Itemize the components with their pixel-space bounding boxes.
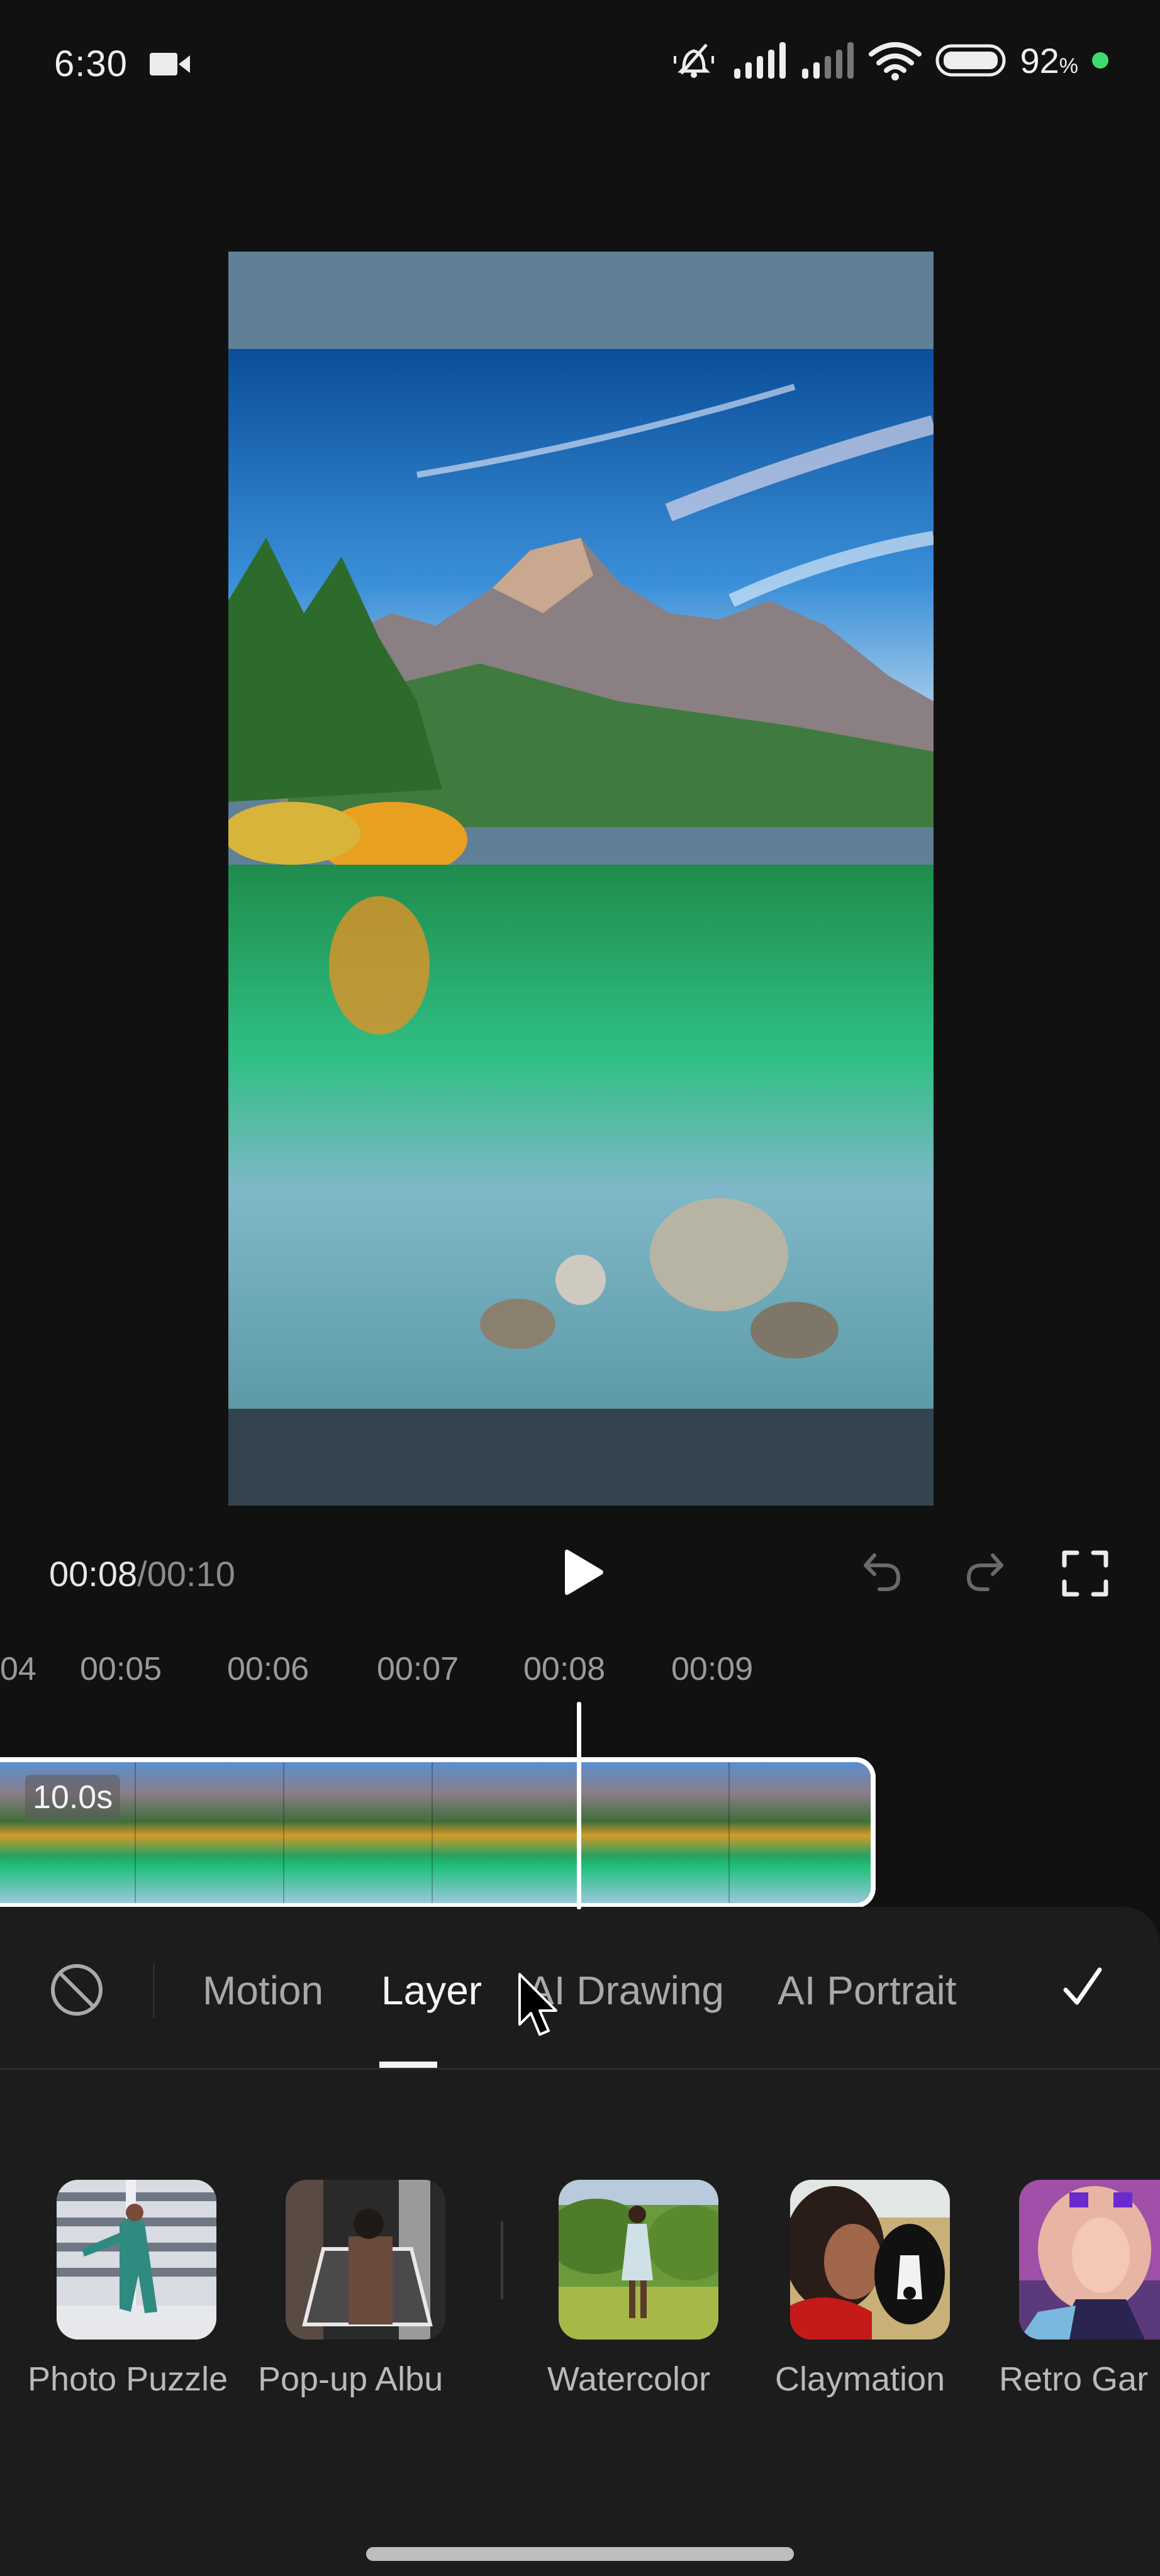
undo-icon[interactable] [861,1550,905,1594]
playback-time: 00:08/00:10 [49,1553,235,1594]
video-camera-icon [150,53,190,75]
current-time: 00:08 [49,1554,138,1594]
bell-off-icon [674,43,715,78]
clip-frame [581,1762,730,1903]
effect-thumbnail [57,2180,216,2340]
effect-thumbnail [1019,2180,1160,2340]
clip-frame [730,1762,871,1903]
preview-landscape-image [228,349,934,1409]
preview-letterbox-top [228,252,934,349]
effect-label: Pop-up Albu [258,2360,443,2398]
effect-claymation[interactable] [784,2180,950,2343]
playhead[interactable] [577,1702,581,1909]
ruler-tick: 00:07 [377,1651,459,1687]
mouse-cursor-icon [518,1973,557,2036]
time-separator: / [137,1554,147,1594]
effect-photo-puzzle[interactable] [57,2180,216,2343]
effect-thumbnail [784,2180,950,2340]
battery-percent-sign: % [1059,53,1078,78]
no-effect-icon[interactable] [49,1962,104,2018]
status-icons: 92% [669,40,1108,81]
ruler-tick: 00:09 [671,1651,754,1687]
total-time: 00:10 [147,1554,235,1594]
active-tab-indicator [379,2062,437,2068]
checkmark-icon[interactable] [1061,1965,1105,2009]
effect-thumbnail [286,2180,445,2340]
play-icon[interactable] [556,1547,606,1597]
ruler-tick: 00:08 [523,1651,606,1687]
status-time: 6:30 [54,43,128,84]
effect-label: Claymation [775,2360,945,2398]
privacy-indicator-dot [1092,52,1108,69]
effect-retro-game[interactable] [1019,2180,1160,2343]
clip-frame [433,1762,581,1903]
ruler-tick: 00:05 [80,1651,162,1687]
tab-divider [153,1963,155,2018]
wifi-icon [869,42,922,80]
panel-divider [0,2068,1160,2070]
battery-icon [935,44,1006,77]
effect-label: Retro Gar [999,2360,1149,2398]
tab-motion[interactable]: Motion [203,1967,323,2014]
video-preview[interactable] [228,252,934,1506]
preview-letterbox-bottom [228,1409,934,1506]
fullscreen-icon[interactable] [1062,1550,1108,1597]
ruler-tick: 04 [0,1651,36,1687]
effect-label: Watercolor [547,2360,711,2398]
effect-thumbnail [546,2180,735,2340]
clip-duration-badge: 10.0s [25,1775,121,1820]
effect-separator [501,2221,503,2299]
home-indicator[interactable] [366,2547,794,2561]
effect-watercolor[interactable] [546,2180,735,2343]
effect-label: Photo Puzzle [28,2360,228,2398]
effect-popup-album[interactable] [286,2180,445,2343]
clip-frame [136,1762,284,1903]
video-clip-track[interactable] [0,1757,876,1908]
redo-icon[interactable] [962,1550,1007,1594]
battery-percent-value: 92 [1020,40,1059,80]
tab-layer[interactable]: Layer [381,1967,482,2014]
ruler-tick: 00:06 [227,1651,310,1687]
clip-frame [284,1762,433,1903]
tab-ai-portrait[interactable]: AI Portrait [778,1967,957,2014]
signal-icon [734,42,786,79]
battery-percent: 92% [1020,40,1078,81]
signal-weak-icon [802,42,854,79]
